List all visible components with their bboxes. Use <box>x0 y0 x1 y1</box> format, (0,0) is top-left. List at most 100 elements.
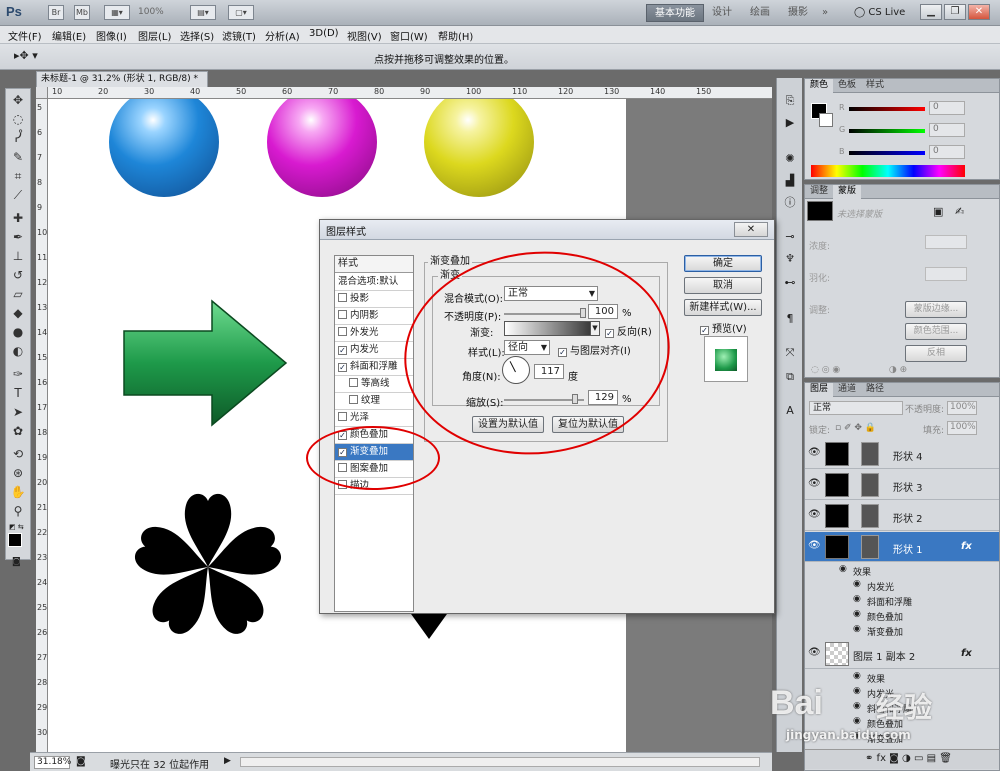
workspace-painting[interactable]: 绘画 <box>742 4 778 22</box>
workspace-photography[interactable]: 摄影 <box>780 4 816 22</box>
zoom-level[interactable]: 100% <box>138 7 164 17</box>
cancel-button[interactable]: 取消 <box>684 277 762 294</box>
brush-tool-icon[interactable]: ✒ <box>8 228 28 246</box>
layer-row[interactable]: 👁 形状 3 <box>805 470 999 500</box>
eye-icon[interactable]: ◉ <box>853 609 861 619</box>
move-tool-preset-icon[interactable]: ▸✥ ▾ <box>14 49 38 62</box>
input-r[interactable]: 0 <box>929 101 965 115</box>
fill-input[interactable]: 100% <box>947 421 977 435</box>
style-item[interactable]: ✓ 斜面和浮雕 <box>335 359 413 376</box>
foreground-color-swatch[interactable] <box>8 533 22 547</box>
style-item[interactable]: 纹理 <box>335 393 413 410</box>
color-spectrum-bar[interactable] <box>811 165 965 177</box>
layer-name[interactable]: 形状 4 <box>893 448 923 463</box>
effect-row[interactable]: ◉ 颜色叠加 <box>805 608 999 623</box>
mask-footer-icons[interactable]: ◌ ◎ ◉ ◑ ⊕ <box>811 365 907 375</box>
3d-panel-icon[interactable]: ⤧ <box>780 344 800 362</box>
lasso-tool-icon[interactable]: ᓮ <box>8 129 28 147</box>
bridge-icon[interactable]: Br <box>48 5 64 20</box>
mask-edge-button[interactable]: 蒙版边缘... <box>905 301 967 318</box>
minimize-button[interactable]: ▁ <box>920 4 942 20</box>
navigator-panel-icon[interactable]: ✺ <box>780 150 800 168</box>
eye-icon[interactable]: ◉ <box>853 701 861 711</box>
arrange-documents-icon[interactable]: ▤▾ <box>190 5 216 20</box>
dialog-close-button[interactable]: ✕ <box>734 222 768 237</box>
input-b[interactable]: 0 <box>929 145 965 159</box>
background-swatch[interactable] <box>819 113 833 127</box>
effect-row[interactable]: ◉ 内发光 <box>805 578 999 593</box>
fx-icon[interactable]: fx <box>961 648 972 659</box>
clone-source-panel-icon[interactable]: ♆ <box>780 250 800 268</box>
layer-comps-panel-icon[interactable]: ⧉ <box>780 368 800 386</box>
eraser-tool-icon[interactable]: ▱ <box>8 285 28 303</box>
eye-icon[interactable]: 👁 <box>808 447 822 461</box>
zoom-tool-icon[interactable]: ⚲ <box>8 502 28 520</box>
ruler-horizontal[interactable]: 10 20 30 40 50 60 70 80 90 100 110 120 130 140 150 <box>48 87 772 99</box>
eye-icon[interactable]: ◉ <box>853 579 861 589</box>
eye-icon[interactable]: ◉ <box>853 686 861 696</box>
status-zoom[interactable]: 31.18% <box>34 756 71 769</box>
pen-tool-icon[interactable]: ✑ <box>8 365 28 383</box>
effect-row[interactable]: ◉ 效果 <box>805 670 999 685</box>
eye-icon[interactable]: 👁 <box>808 509 822 523</box>
minibridge-icon[interactable]: Mb <box>74 5 90 20</box>
checkbox-icon[interactable] <box>338 327 347 336</box>
actions-panel-icon[interactable]: ▶ <box>780 114 800 132</box>
style-item[interactable]: 等高线 <box>335 376 413 393</box>
dodge-tool-icon[interactable]: ◐ <box>8 342 28 360</box>
layer-row[interactable]: 👁 形状 2 <box>805 501 999 531</box>
checkbox-checked-icon[interactable]: ✓ <box>338 346 347 355</box>
color-range-button[interactable]: 颜色范围... <box>905 323 967 340</box>
effects-row[interactable]: ◉ 效果 <box>805 563 999 578</box>
layers-footer-icons[interactable]: ⚭ fx ◙ ◑ ▭ ▤ 🗑 <box>805 749 999 769</box>
fx-icon[interactable]: fx <box>961 541 972 552</box>
layer-row-selected[interactable]: 👁 形状 1 fx <box>805 532 999 562</box>
pixel-mask-icon[interactable]: ▣ <box>933 205 943 218</box>
view-extras-icon[interactable]: ▦▾ <box>104 5 130 20</box>
effect-row[interactable]: ◉ 斜面和浮雕 <box>805 593 999 608</box>
style-item[interactable]: ✓ 内发光 <box>335 342 413 359</box>
checkbox-icon[interactable] <box>349 378 358 387</box>
tab-adjustments[interactable]: 调整 <box>805 185 833 199</box>
invert-button[interactable]: 反相 <box>905 345 967 362</box>
eye-icon[interactable]: 👁 <box>808 478 822 492</box>
magenta-sphere[interactable] <box>267 99 377 197</box>
eye-icon[interactable]: ◉ <box>853 624 861 634</box>
eye-icon[interactable]: ◉ <box>853 671 861 681</box>
quick-select-tool-icon[interactable]: ✎ <box>8 148 28 166</box>
layer-row[interactable]: 👁 形状 4 <box>805 439 999 469</box>
tab-swatches[interactable]: 色板 <box>833 79 861 93</box>
checkbox-icon[interactable] <box>338 310 347 319</box>
menu-image[interactable]: 图像(I) <box>96 28 127 43</box>
clone-stamp-tool-icon[interactable]: ⊥ <box>8 247 28 265</box>
eyedropper-tool-icon[interactable]: ⟋ <box>8 186 28 204</box>
brush-presets-panel-icon[interactable]: ⊸ <box>780 228 800 246</box>
eye-icon[interactable]: ◉ <box>853 594 861 604</box>
cs-live-button[interactable]: ◯ CS Live <box>854 7 905 18</box>
styles-header[interactable]: 样式 <box>335 256 413 273</box>
green-arrow-shape[interactable] <box>122 299 288 427</box>
menu-edit[interactable]: 编辑(E) <box>52 28 86 43</box>
tab-styles[interactable]: 样式 <box>861 79 889 93</box>
menu-select[interactable]: 选择(S) <box>180 28 214 43</box>
ruler-vertical[interactable]: 5 6 7 8 9 10 11 12 13 14 15 16 17 18 19 20 21 22 23 24 25 26 2… <box>36 99 48 752</box>
status-info-icon[interactable]: ◙ <box>76 756 86 767</box>
checkbox-icon[interactable] <box>338 412 347 421</box>
layer-name[interactable]: 形状 3 <box>893 479 923 494</box>
blue-sphere[interactable] <box>109 99 219 197</box>
tab-masks[interactable]: 蒙版 <box>833 185 862 199</box>
3d-rotate-tool-icon[interactable]: ⟲ <box>8 445 28 463</box>
menu-help[interactable]: 帮助(H) <box>438 28 473 43</box>
tab-paths[interactable]: 路径 <box>861 383 889 397</box>
density-input[interactable] <box>925 235 967 249</box>
character-panel-icon[interactable]: A <box>780 402 800 420</box>
lock-icons[interactable]: ▫ ✐ ✥ 🔒 <box>835 423 876 433</box>
ok-button[interactable]: 确定 <box>684 255 762 272</box>
menu-layer[interactable]: 图层(L) <box>138 28 171 43</box>
style-item[interactable]: 外发光 <box>335 325 413 342</box>
hand-tool-icon[interactable]: ✋ <box>8 483 28 501</box>
type-tool-icon[interactable]: T <box>8 384 28 402</box>
style-item[interactable]: 混合选项:默认 <box>335 274 413 291</box>
effect-row[interactable]: ◉ 渐变叠加 <box>805 623 999 638</box>
marquee-tool-icon[interactable]: ◌ <box>8 110 28 128</box>
